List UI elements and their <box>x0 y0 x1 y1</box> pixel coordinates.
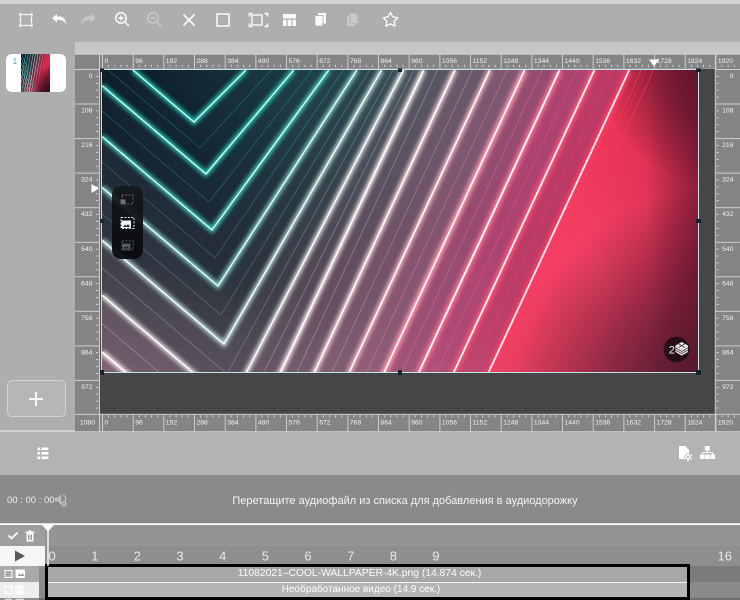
svg-text:6: 6 <box>304 549 311 564</box>
svg-text:8: 8 <box>390 549 397 564</box>
svg-text:2: 2 <box>134 549 141 564</box>
svg-text:3: 3 <box>176 549 183 564</box>
svg-text:1: 1 <box>91 549 98 564</box>
svg-text:5: 5 <box>262 549 269 564</box>
svg-text:4: 4 <box>219 549 226 564</box>
svg-text:9: 9 <box>432 549 439 564</box>
svg-text:7: 7 <box>347 549 354 564</box>
svg-text:16: 16 <box>718 549 732 564</box>
svg-text:0: 0 <box>49 549 56 564</box>
svg-text:Перетащите аудиофайл из списка: Перетащите аудиофайл из списка для добав… <box>232 495 578 507</box>
svg-text:00 : 00 : 00: 00 : 00 : 00 <box>7 495 55 506</box>
